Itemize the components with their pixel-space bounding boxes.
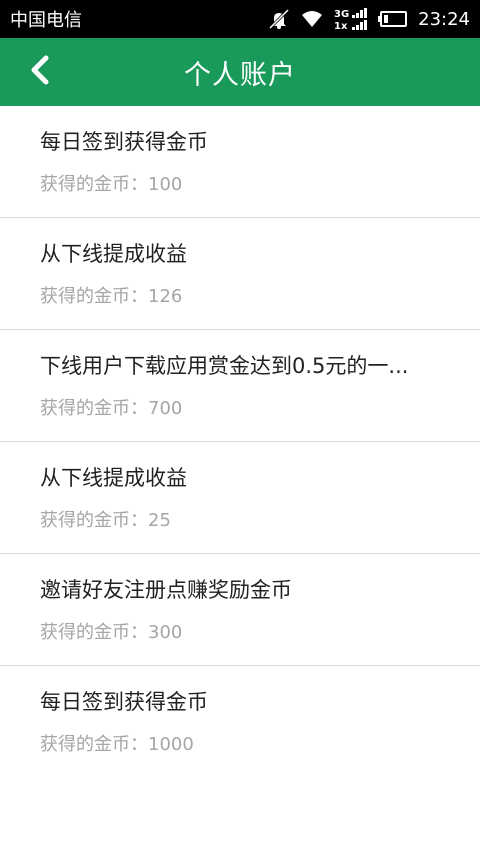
- status-right: 3G 1x 23:24: [268, 7, 470, 31]
- record-coins: 获得的金币：25: [40, 506, 480, 532]
- coins-value: 25: [148, 509, 171, 531]
- network-sub-label: 1x: [334, 21, 348, 31]
- record-title: 每日签到获得金币: [40, 129, 208, 154]
- record-coins: 获得的金币：126: [40, 282, 480, 308]
- list-item[interactable]: 从下线提成收益 获得的金币：126: [0, 218, 480, 330]
- list-item[interactable]: 邀请好友注册点赚奖励金币 获得的金币：300: [0, 554, 480, 666]
- coins-value: 700: [148, 397, 183, 419]
- coins-label: 获得的金币：: [40, 734, 148, 755]
- chevron-left-icon: [29, 55, 51, 89]
- record-coins: 获得的金币：300: [40, 618, 480, 644]
- app-header: 个人账户: [0, 38, 480, 106]
- record-title: 邀请好友注册点赚奖励金币: [40, 577, 292, 602]
- record-title: 从下线提成收益: [40, 465, 187, 490]
- coins-label: 获得的金币：: [40, 621, 148, 643]
- coins-value: 100: [148, 173, 183, 195]
- coins-label: 获得的金币：: [40, 173, 148, 195]
- record-coins: 获得的金币：100: [40, 170, 480, 196]
- coin-record-list: 每日签到获得金币 获得的金币：100 从下线提成收益 获得的金币：126 下线用…: [0, 106, 480, 778]
- record-title: 每日签到获得金币: [40, 690, 208, 714]
- status-left: 中国电信: [10, 6, 82, 32]
- mute-icon: [268, 9, 290, 29]
- list-item[interactable]: 下线用户下载应用赏金达到0.5元的一... 获得的金币：700: [0, 330, 480, 442]
- coins-label: 获得的金币：: [40, 509, 148, 531]
- coins-value: 1000: [148, 734, 194, 755]
- back-button[interactable]: [20, 52, 60, 92]
- record-coins: 获得的金币：1000: [40, 730, 480, 756]
- coins-value: 300: [148, 621, 183, 643]
- coins-label: 获得的金币：: [40, 285, 148, 307]
- status-time: 23:24: [418, 8, 470, 30]
- network-type-label: 3G: [334, 9, 349, 20]
- page-title: 个人账户: [184, 59, 296, 91]
- list-item[interactable]: 每日签到获得金币 获得的金币：100: [0, 106, 480, 218]
- coins-value: 126: [148, 285, 183, 307]
- list-item[interactable]: 每日签到获得金币 获得的金币：1000: [0, 666, 480, 778]
- record-title: 下线用户下载应用赏金达到0.5元的一...: [40, 353, 409, 378]
- list-item[interactable]: 从下线提成收益 获得的金币：25: [0, 442, 480, 554]
- battery-icon: [378, 10, 408, 28]
- carrier-name: 中国电信: [10, 10, 82, 31]
- coins-label: 获得的金币：: [40, 397, 148, 419]
- signal-icon: 3G 1x: [334, 7, 368, 31]
- record-coins: 获得的金币：700: [40, 394, 480, 420]
- record-title: 从下线提成收益: [40, 241, 187, 266]
- status-bar: 中国电信 3G 1x 23:24: [0, 0, 480, 38]
- wifi-icon: [300, 9, 324, 29]
